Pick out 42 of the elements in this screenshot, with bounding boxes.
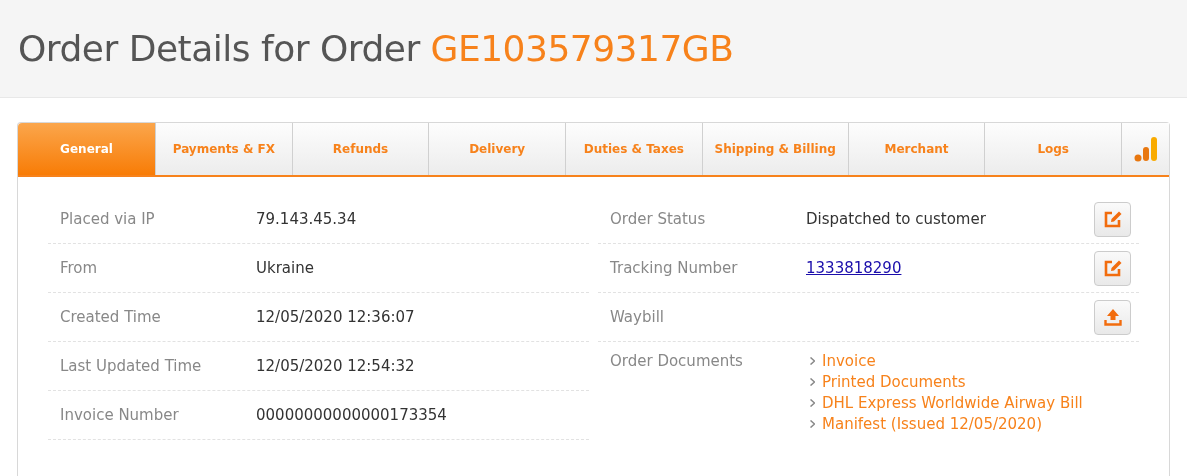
tab[interactable]: Logs	[985, 123, 1123, 175]
bar-chart-icon	[1133, 136, 1158, 162]
chevron-icon	[810, 420, 815, 428]
edit-button[interactable]	[1094, 250, 1131, 286]
tab[interactable]: Shipping & Billing	[702, 123, 849, 175]
tracking-link[interactable]: 1333818290	[806, 259, 902, 277]
upload-button[interactable]	[1094, 299, 1131, 335]
document-link[interactable]: Printed Documents	[822, 373, 966, 391]
field-value: Ukraine	[256, 259, 315, 277]
field-value: 12/05/2020 12:36:07	[256, 308, 416, 326]
chevron-icon	[810, 378, 815, 386]
field-label: Placed via IP	[60, 210, 156, 228]
edit-icon	[1102, 258, 1123, 278]
field-label: Last Updated Time	[60, 357, 203, 375]
field-value: Dispatched to customer	[806, 210, 986, 228]
field-label: Waybill	[610, 308, 665, 326]
tab[interactable]: Duties & Taxes	[566, 123, 703, 175]
tab[interactable]: Payments & FX	[156, 123, 293, 175]
analytics-tab[interactable]	[1122, 123, 1170, 175]
tab[interactable]: General	[18, 123, 156, 175]
upload-icon	[1102, 307, 1123, 327]
field-value: 79.143.45.34	[256, 210, 358, 228]
field-label: Tracking Number	[610, 259, 739, 277]
edit-button[interactable]	[1094, 201, 1131, 237]
field-label: Order Documents	[610, 352, 744, 370]
field-label: Invoice Number	[60, 406, 180, 424]
field-label: Created Time	[60, 308, 162, 326]
document-link[interactable]: Manifest (Issued 12/05/2020)	[822, 415, 1043, 433]
field-label: Order Status	[610, 210, 707, 228]
tab[interactable]: Merchant	[848, 123, 986, 175]
chevron-icon	[810, 357, 815, 365]
field-value: 00000000000000173354	[256, 406, 448, 424]
tab[interactable]: Delivery	[429, 123, 566, 175]
field-label: From	[60, 259, 99, 277]
page-title: Order Details for Order	[18, 28, 420, 69]
edit-icon	[1102, 209, 1123, 229]
document-link[interactable]: Invoice	[822, 352, 876, 370]
document-link[interactable]: DHL Express Worldwide Airway Bill	[822, 394, 1083, 412]
order-number: GE103579317GB	[430, 28, 734, 69]
field-value: 12/05/2020 12:54:32	[256, 357, 416, 375]
tab[interactable]: Refunds	[292, 123, 430, 175]
chevron-icon	[810, 399, 815, 407]
